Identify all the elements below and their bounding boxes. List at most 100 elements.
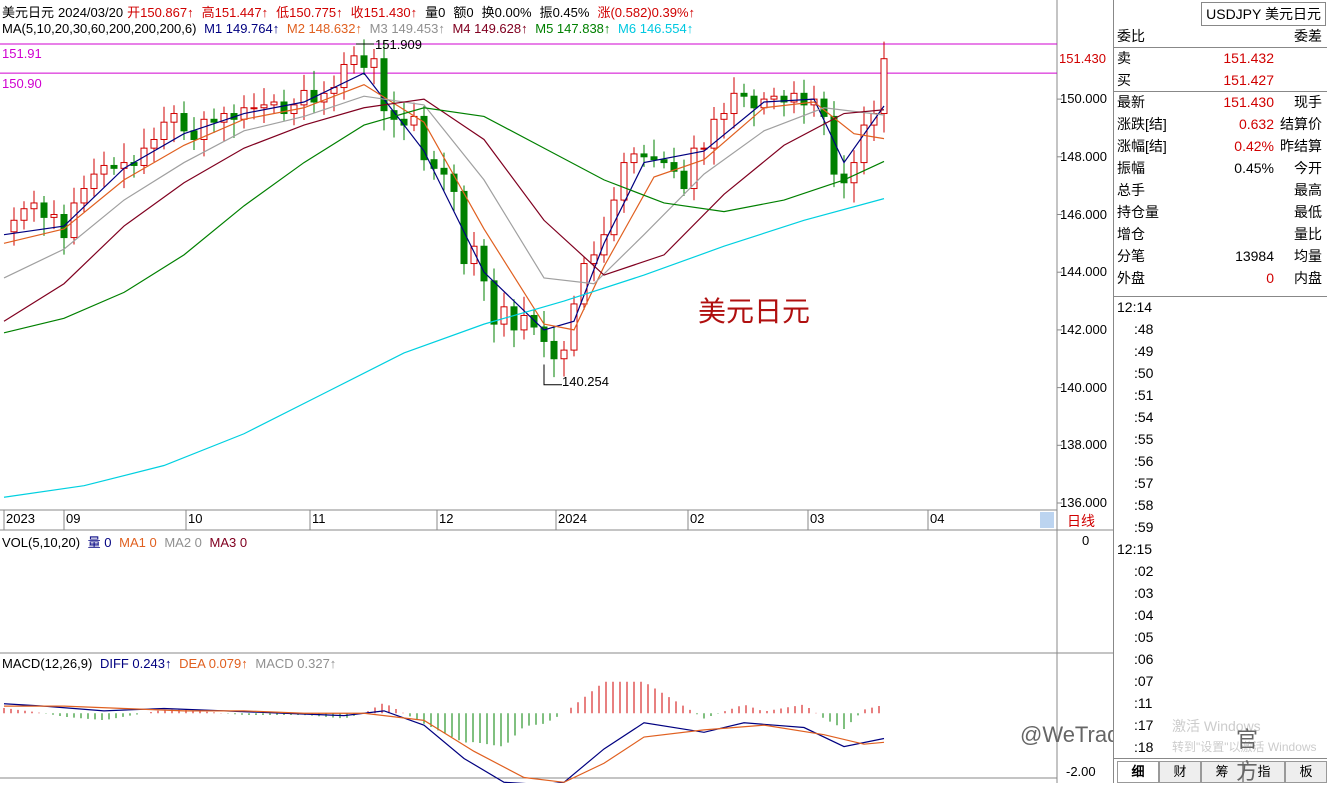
date-tick: 09 — [66, 511, 81, 526]
vol-value: 量 0 — [87, 535, 112, 550]
ma-line-m4 — [3, 98, 885, 322]
quote-right-label: 委差 — [1294, 28, 1322, 44]
vol-legend: VOL(5,10,20) 量 0 MA1 0 MA2 0 MA3 0 — [2, 532, 251, 551]
date-tick: 10 — [188, 511, 203, 526]
ma-m1: M1 149.764↑ — [204, 21, 280, 36]
candle-body — [630, 153, 638, 164]
ma-m5: M5 147.838↑ — [535, 21, 611, 36]
ma-m6: M6 146.554↑ — [618, 21, 694, 36]
quote-label: 分笔 — [1117, 248, 1145, 264]
candle-body — [720, 113, 728, 120]
chart-watermark-title: 美元日元 — [698, 296, 811, 327]
quote-label: 最新 — [1117, 94, 1145, 110]
price-tick: 150.000 — [1060, 91, 1107, 107]
quote-value: 0 — [1266, 270, 1274, 286]
candle-body — [480, 245, 488, 282]
tick-time: :11 — [1134, 695, 1153, 711]
candle-body — [250, 107, 258, 110]
trough-label: 140.254 — [562, 374, 609, 389]
candle-body — [510, 306, 518, 331]
tick-time: :48 — [1134, 321, 1154, 337]
panel-tab[interactable]: 板 — [1285, 761, 1327, 783]
quote-right-label: 昨结算 — [1280, 138, 1322, 154]
quote-right-label: 现手 — [1294, 94, 1322, 110]
ma-m4: M4 149.628↑ — [452, 21, 528, 36]
tick-time: :17 — [1134, 717, 1154, 733]
tick-time: :54 — [1134, 409, 1154, 425]
wetrade-watermark-2: 官方 — [1236, 727, 1259, 784]
vol-ma3: MA3 0 — [209, 535, 248, 550]
tick-time: 12:14 — [1117, 299, 1153, 315]
quote-row: 涨幅[结] 0.42% 昨结算 — [1116, 135, 1326, 157]
candle-body — [560, 349, 568, 360]
candle-body — [660, 159, 668, 164]
candle-body — [850, 162, 858, 184]
quote-right-label: 最低 — [1294, 204, 1322, 220]
quote-right-label: 量比 — [1294, 226, 1322, 242]
date-tick: 02 — [690, 511, 705, 526]
quote-row: 卖 151.432 — [1116, 47, 1326, 69]
candle-body — [10, 219, 18, 233]
turnover-value: 0.00% — [494, 5, 532, 20]
low-value: 150.775↑ — [289, 5, 343, 20]
candle-body — [350, 55, 358, 65]
macd-title: MACD(12,26,9) — [2, 656, 93, 671]
candle-body — [30, 202, 38, 210]
chart-area[interactable]: 美元日元 2024/03/20 开150.867↑ 高151.447↑ 低150.775… — [0, 0, 1258, 784]
symbol-name: 美元日元 — [2, 5, 55, 20]
price-tick: 138.000 — [1060, 437, 1107, 453]
price-tick: 148.000 — [1060, 148, 1107, 164]
tick-time: :56 — [1134, 453, 1154, 469]
candle-body — [160, 121, 168, 140]
ma-line-m6 — [3, 198, 885, 498]
macd-dea: DEA 0.079↑ — [179, 656, 248, 671]
quote-row: 增仓 量比 — [1116, 223, 1326, 245]
quote-label: 涨幅[结] — [1117, 138, 1167, 154]
open-value: 150.867↑ — [140, 5, 194, 20]
high-value: 151.447↑ — [214, 5, 269, 20]
candle-body — [680, 170, 688, 190]
volume-value: 0 — [438, 5, 446, 20]
quote-right-label: 今开 — [1294, 160, 1322, 176]
candle-body — [370, 58, 378, 68]
tick-time: :55 — [1134, 431, 1154, 447]
quote-value: 13984 — [1235, 248, 1274, 264]
period-selector[interactable]: 日线 — [1067, 511, 1095, 531]
bar-date: 2024/03/20 — [58, 5, 124, 20]
candle-body — [770, 95, 778, 100]
price-tick: 146.000 — [1060, 206, 1107, 222]
macd-dea-line — [4, 705, 885, 783]
scroll-handle — [1040, 512, 1054, 528]
ma-m2: M2 148.632↑ — [286, 21, 363, 36]
date-tick: 2024 — [558, 511, 587, 526]
date-tick: 04 — [930, 511, 945, 526]
quote-right-label: 内盘 — [1294, 270, 1322, 286]
quote-value: 151.430 — [1223, 94, 1274, 110]
current-price-label: 151.430 — [1059, 51, 1106, 66]
panel-tab[interactable]: 财 — [1159, 761, 1201, 783]
trough-marker — [543, 364, 562, 386]
hline-label-1: 151.91 — [2, 46, 42, 61]
symbol-box[interactable]: USDJPY 美元日元 — [1201, 2, 1326, 26]
price-tick: 140.000 — [1060, 379, 1107, 395]
quote-label: 持仓量 — [1117, 204, 1159, 220]
candle-body — [380, 58, 388, 112]
quote-value: 0.632 — [1238, 116, 1274, 132]
change-value: (0.582)0.39%↑ — [610, 5, 696, 20]
candle-body — [100, 164, 108, 175]
candle-body — [500, 306, 508, 325]
panel-tabs: 细财筹指板 — [1114, 758, 1327, 783]
macd-value: MACD 0.327↑ — [255, 656, 337, 671]
candle-body — [360, 55, 368, 68]
quote-row: 买 151.427 — [1116, 69, 1326, 91]
quote-right-label: 最高 — [1294, 182, 1322, 198]
panel-tab[interactable]: 细 — [1117, 761, 1159, 783]
candle-body — [740, 92, 748, 97]
quote-label: 总手 — [1117, 182, 1145, 198]
candle-body — [210, 118, 218, 123]
quote-label: 卖 — [1117, 50, 1131, 66]
date-tick: 11 — [312, 511, 326, 526]
vol-title: VOL(5,10,20) — [2, 535, 81, 550]
tick-time: :06 — [1134, 651, 1154, 667]
quote-value: 151.427 — [1223, 72, 1274, 88]
